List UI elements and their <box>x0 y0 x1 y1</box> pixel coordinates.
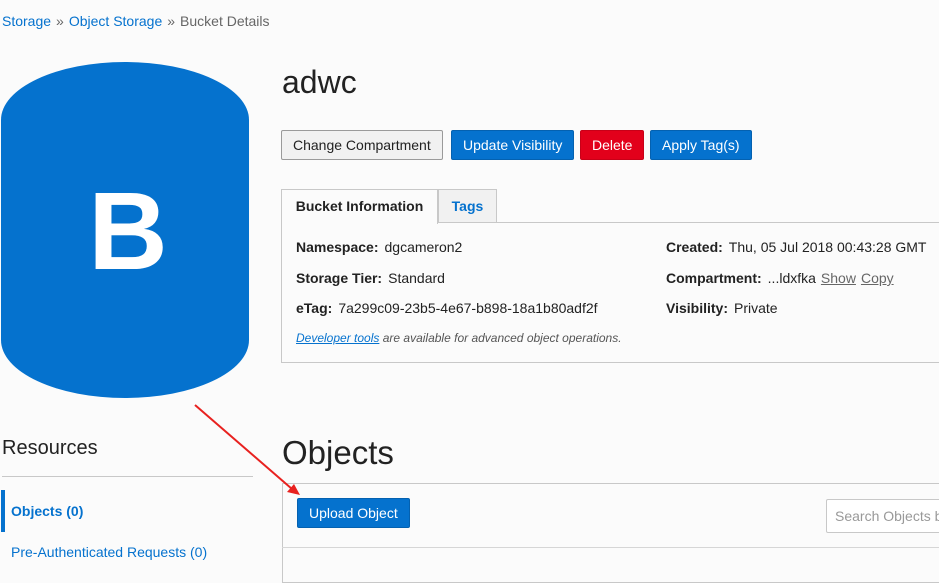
compartment-label: Compartment: <box>666 270 762 286</box>
search-objects-input[interactable] <box>826 499 939 533</box>
objects-heading: Objects <box>282 434 394 471</box>
storage-tier-label: Storage Tier: <box>296 270 383 286</box>
namespace-field: Namespace: dgcameron2 <box>296 239 462 255</box>
bucket-cylinder-icon: B <box>1 62 249 398</box>
update-visibility-button[interactable]: Update Visibility <box>451 130 575 160</box>
breadcrumb-current: Bucket Details <box>180 13 270 29</box>
created-label: Created: <box>666 239 723 255</box>
developer-tools-link[interactable]: Developer tools <box>296 331 379 345</box>
compartment-show-link[interactable]: Show <box>821 270 856 286</box>
etag-value: 7a299c09-23b5-4e67-b898-18a1b80adf2f <box>338 300 598 316</box>
upload-object-button[interactable]: Upload Object <box>297 498 410 528</box>
breadcrumb-separator: » <box>167 13 176 29</box>
compartment-value: ...ldxfka <box>767 270 816 286</box>
objects-toolbar-divider <box>282 547 939 548</box>
apply-tags-button[interactable]: Apply Tag(s) <box>650 130 752 160</box>
storage-tier-value: Standard <box>388 270 445 286</box>
breadcrumb-storage-link[interactable]: Storage <box>2 13 51 29</box>
change-compartment-button[interactable]: Change Compartment <box>281 130 443 160</box>
etag-field: eTag: 7a299c09-23b5-4e67-b898-18a1b80adf2… <box>296 300 598 316</box>
developer-tools-text: are available for advanced object operat… <box>379 331 622 345</box>
namespace-value: dgcameron2 <box>384 239 463 255</box>
compartment-copy-link[interactable]: Copy <box>861 270 894 286</box>
created-field: Created: Thu, 05 Jul 2018 00:43:28 GMT <box>666 239 926 255</box>
page-title: adwc <box>282 64 357 100</box>
resource-item-pre-authenticated-requests[interactable]: Pre-Authenticated Requests (0) <box>11 544 207 560</box>
bucket-icon-letter: B <box>88 170 167 293</box>
active-item-indicator <box>1 490 5 532</box>
namespace-label: Namespace: <box>296 239 379 255</box>
storage-tier-field: Storage Tier: Standard <box>296 270 445 286</box>
compartment-field: Compartment: ...ldxfka Show Copy <box>666 270 894 286</box>
delete-button[interactable]: Delete <box>580 130 645 160</box>
tab-tags[interactable]: Tags <box>438 189 497 223</box>
visibility-label: Visibility: <box>666 300 728 316</box>
breadcrumb-object-storage-link[interactable]: Object Storage <box>69 13 162 29</box>
developer-tools-note: Developer tools are available for advanc… <box>296 331 622 345</box>
resources-heading: Resources <box>2 437 98 459</box>
breadcrumb: Storage» Object Storage» Bucket Details <box>2 13 270 29</box>
visibility-value: Private <box>733 300 778 316</box>
tab-bucket-information[interactable]: Bucket Information <box>281 189 438 224</box>
resource-item-objects[interactable]: Objects (0) <box>11 503 83 519</box>
resources-divider <box>2 476 253 477</box>
etag-label: eTag: <box>296 300 333 316</box>
breadcrumb-separator: » <box>56 13 64 29</box>
visibility-field: Visibility: Private <box>666 300 778 316</box>
created-value: Thu, 05 Jul 2018 00:43:28 GMT <box>728 239 927 255</box>
